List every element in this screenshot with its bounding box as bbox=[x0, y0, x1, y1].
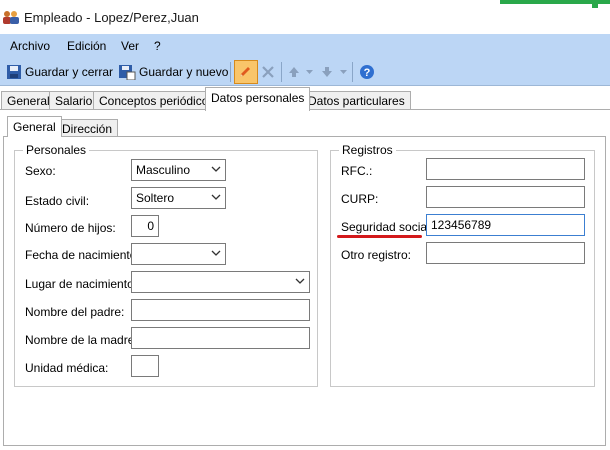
sexo-select[interactable]: Masculino bbox=[131, 159, 226, 181]
nombre-madre-label: Nombre de la madre: bbox=[25, 333, 138, 347]
close-x-icon bbox=[262, 66, 274, 78]
personales-group: Personales bbox=[14, 143, 318, 387]
svg-text:?: ? bbox=[364, 67, 371, 79]
title-bar: Empleado - Lopez/Perez,Juan bbox=[0, 0, 610, 34]
move-up-button[interactable] bbox=[287, 61, 304, 83]
toolbar-separator bbox=[352, 62, 353, 82]
toolbar: Guardar y cerrar Guardar y nuevo ? bbox=[0, 58, 610, 86]
seguridad-social-input[interactable]: 123456789 bbox=[426, 214, 585, 236]
nombre-madre-input[interactable] bbox=[131, 327, 310, 349]
curp-label: CURP: bbox=[341, 192, 379, 206]
tab-datos-personales[interactable]: Datos personales bbox=[205, 87, 311, 111]
move-down-dropdown[interactable] bbox=[340, 61, 350, 83]
subtab-general[interactable]: General bbox=[7, 116, 62, 137]
move-up-dropdown[interactable] bbox=[306, 61, 316, 83]
toolbar-separator bbox=[281, 62, 282, 82]
lugar-nacimiento-label: Lugar de nacimiento: bbox=[25, 277, 138, 291]
rfc-label: RFC.: bbox=[341, 164, 373, 178]
sexo-value: Masculino bbox=[136, 163, 191, 177]
people-app-icon bbox=[3, 11, 19, 24]
edit-button[interactable] bbox=[234, 60, 258, 84]
menu-edicion[interactable]: Edición bbox=[67, 39, 106, 53]
menu-ver[interactable]: Ver bbox=[121, 39, 139, 53]
floppy-new-icon bbox=[119, 65, 136, 80]
arrow-up-icon bbox=[289, 67, 299, 77]
highlight-underline bbox=[337, 235, 422, 238]
help-icon: ? bbox=[360, 65, 374, 79]
fecha-nacimiento-label: Fecha de nacimiento: bbox=[25, 248, 140, 262]
unidad-medica-label: Unidad médica: bbox=[25, 361, 109, 375]
chevron-down-icon bbox=[295, 278, 305, 284]
chevron-down-icon bbox=[306, 69, 313, 74]
move-down-button[interactable] bbox=[320, 61, 337, 83]
estado-civil-select[interactable]: Soltero bbox=[131, 187, 226, 209]
pencil-icon bbox=[239, 67, 250, 77]
window-title: Empleado - Lopez/Perez,Juan bbox=[24, 10, 199, 25]
tab-general[interactable]: General bbox=[1, 91, 56, 110]
background-window-edge-tab bbox=[592, 0, 598, 8]
fecha-nacimiento-picker[interactable] bbox=[131, 243, 226, 265]
save-close-button[interactable]: Guardar y cerrar bbox=[6, 61, 113, 83]
tab-datos-particulares[interactable]: Datos particulares bbox=[302, 91, 411, 110]
delete-button[interactable] bbox=[261, 61, 278, 83]
toolbar-separator bbox=[230, 62, 231, 82]
seguridad-social-label: Seguridad social: bbox=[341, 220, 434, 234]
nombre-padre-label: Nombre del padre: bbox=[25, 305, 125, 319]
menu-bar: Archivo Edición Ver ? bbox=[0, 34, 610, 58]
registros-title: Registros bbox=[339, 143, 396, 157]
personales-title: Personales bbox=[23, 143, 90, 157]
chevron-down-icon bbox=[340, 69, 347, 74]
nombre-padre-input[interactable] bbox=[131, 299, 310, 321]
save-close-label: Guardar y cerrar bbox=[25, 65, 114, 79]
hijos-input[interactable]: 0 bbox=[131, 215, 159, 237]
save-new-label: Guardar y nuevo bbox=[139, 65, 229, 79]
menu-help[interactable]: ? bbox=[154, 39, 161, 53]
unidad-medica-input[interactable] bbox=[131, 355, 159, 377]
main-tabs: General Salario Conceptos periódicos Dat… bbox=[0, 86, 610, 111]
chevron-down-icon bbox=[211, 250, 221, 256]
otro-registro-input[interactable] bbox=[426, 242, 585, 264]
otro-registro-label: Otro registro: bbox=[341, 248, 412, 262]
tab-salario[interactable]: Salario bbox=[49, 91, 99, 110]
sexo-label: Sexo: bbox=[25, 164, 56, 178]
arrow-down-icon bbox=[322, 67, 332, 77]
help-button[interactable]: ? bbox=[359, 61, 378, 83]
hijos-label: Número de hijos: bbox=[25, 221, 116, 235]
rfc-input[interactable] bbox=[426, 158, 585, 180]
chevron-down-icon bbox=[211, 194, 221, 200]
tab-conceptos-periodicos[interactable]: Conceptos periódicos bbox=[93, 91, 221, 110]
menu-archivo[interactable]: Archivo bbox=[10, 39, 50, 53]
floppy-icon bbox=[7, 65, 21, 79]
save-new-button[interactable]: Guardar y nuevo bbox=[118, 61, 228, 83]
curp-input[interactable] bbox=[426, 186, 585, 208]
lugar-nacimiento-select[interactable] bbox=[131, 271, 310, 293]
estado-civil-value: Soltero bbox=[136, 191, 175, 205]
chevron-down-icon bbox=[211, 166, 221, 172]
estado-civil-label: Estado civil: bbox=[25, 194, 90, 208]
